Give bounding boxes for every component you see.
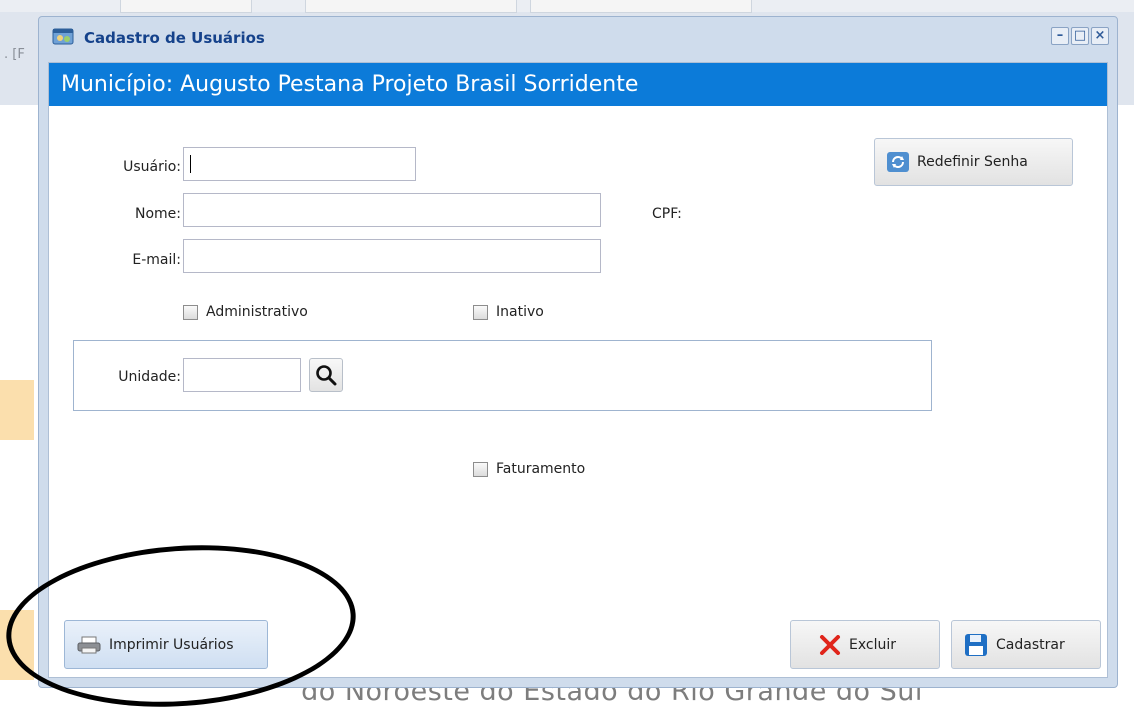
cadastrar-button[interactable]: Cadastrar <box>951 620 1101 669</box>
unidade-label: Unidade: <box>118 369 181 385</box>
faturamento-label: Faturamento <box>496 461 586 477</box>
maximize-button[interactable]: □ <box>1071 27 1089 45</box>
search-icon <box>316 365 337 386</box>
unidade-input[interactable] <box>183 358 301 392</box>
text-cursor <box>190 155 191 173</box>
minimize-icon: – <box>1056 28 1064 43</box>
minimize-button[interactable]: – <box>1051 27 1069 45</box>
municipio-header: Município: Augusto Pestana Projeto Brasi… <box>49 63 1107 106</box>
cadastrar-label: Cadastrar <box>996 636 1065 653</box>
redefinir-senha-button[interactable]: Redefinir Senha <box>874 138 1073 186</box>
nome-label: Nome: <box>134 206 181 222</box>
background-tab <box>530 0 752 13</box>
background-tab <box>120 0 252 13</box>
usuario-label: Usuário: <box>123 159 181 175</box>
background-tab <box>305 0 517 13</box>
users-window-icon <box>52 28 74 45</box>
municipio-header-text: Município: Augusto Pestana Projeto Brasi… <box>61 72 639 97</box>
background-partial-text: . [F <box>4 47 25 62</box>
background-decoration <box>0 380 34 440</box>
x-delete-icon <box>820 634 840 655</box>
excluir-label: Excluir <box>849 636 896 653</box>
close-button[interactable]: × <box>1091 27 1109 45</box>
maximize-icon: □ <box>1073 28 1087 43</box>
redefinir-senha-label: Redefinir Senha <box>917 154 1028 170</box>
inativo-checkbox-row[interactable]: Inativo <box>473 304 544 320</box>
administrativo-label: Administrativo <box>206 304 308 320</box>
dialog-title: Cadastro de Usuários <box>84 29 265 47</box>
floppy-save-icon <box>965 633 987 656</box>
excluir-button[interactable]: Excluir <box>790 620 940 669</box>
nome-input[interactable] <box>183 193 601 227</box>
email-input[interactable] <box>183 239 601 273</box>
dialog-titlebar[interactable]: Cadastro de Usuários – □ × <box>39 17 1117 60</box>
refresh-icon <box>887 152 909 172</box>
unidade-search-button[interactable] <box>309 358 343 392</box>
close-icon: × <box>1094 28 1106 43</box>
cpf-label: CPF: <box>652 206 682 222</box>
faturamento-checkbox[interactable] <box>473 461 488 477</box>
faturamento-checkbox-row[interactable]: Faturamento <box>473 461 585 477</box>
administrativo-checkbox-row[interactable]: Administrativo <box>183 304 308 320</box>
inativo-label: Inativo <box>496 304 544 320</box>
email-label: E-mail: <box>132 252 181 268</box>
usuario-input[interactable] <box>183 147 416 181</box>
inativo-checkbox[interactable] <box>473 304 488 320</box>
window-controls: – □ × <box>1051 27 1109 45</box>
administrativo-checkbox[interactable] <box>183 304 198 320</box>
